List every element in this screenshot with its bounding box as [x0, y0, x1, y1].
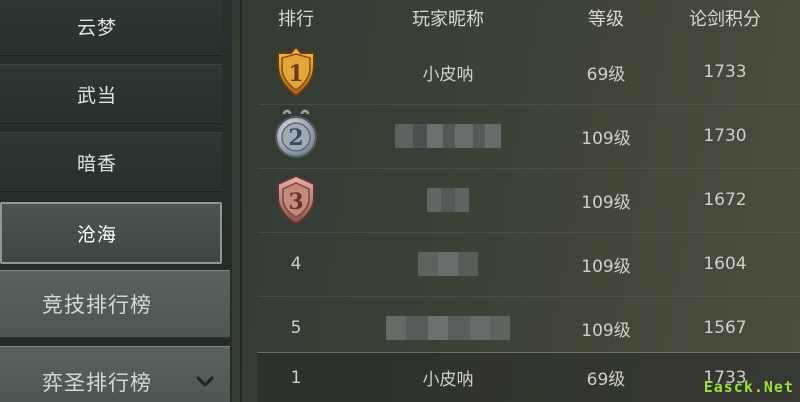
sub-tab-yunmeng[interactable]: 云梦: [0, 0, 222, 56]
player-name: 小皮呐: [422, 64, 474, 85]
sub-tab-wudang[interactable]: 武当: [0, 64, 222, 124]
blurred-name: [395, 124, 501, 148]
player-score: 1730: [703, 126, 747, 146]
header-rank: 排行: [278, 9, 314, 30]
player-level: 109级: [581, 192, 631, 213]
rank-number: 4: [290, 254, 302, 274]
table-row[interactable]: 4 109级 1604: [258, 232, 800, 296]
table-row[interactable]: 3 109级 1672: [258, 168, 800, 232]
table-header: 排行 玩家昵称 等级 论剑积分: [258, 0, 800, 36]
my-rank: 1: [290, 367, 302, 388]
blurred-name: [418, 252, 478, 276]
category-tab-label: 弈圣排行榜: [42, 371, 152, 395]
player-score: 1604: [703, 254, 747, 274]
svg-text:3: 3: [288, 189, 303, 215]
table-row[interactable]: 5 109级 1567: [258, 296, 800, 360]
sub-tab-label: 沧海: [76, 223, 117, 246]
table-row[interactable]: 1 小皮呐 69级 1733: [258, 40, 800, 104]
rank-cell: 1: [258, 44, 334, 100]
category-tab-chess-ranking[interactable]: 弈圣排行榜: [0, 346, 230, 402]
header-score: 论剑积分: [689, 9, 761, 30]
svg-text:2: 2: [288, 125, 303, 151]
player-level: 109级: [581, 128, 631, 149]
sub-tab-anxiang[interactable]: 暗香: [0, 132, 222, 192]
player-score: 1733: [703, 62, 747, 82]
sidebar: 云梦 武当 暗香 沧海 竞技排行榜 弈圣排行榜: [0, 0, 232, 402]
header-name: 玩家昵称: [412, 9, 484, 30]
watermark: Easck.Net: [703, 378, 794, 396]
table-row[interactable]: 2 109级 1730: [258, 104, 800, 168]
rank-cell: 2: [258, 108, 334, 164]
sub-tab-label: 暗香: [76, 152, 117, 175]
player-score: 1672: [703, 190, 747, 210]
my-level: 69级: [586, 370, 626, 390]
rank-number: 5: [290, 318, 302, 338]
rank-cell: 3: [258, 172, 334, 228]
player-name: [334, 252, 562, 276]
player-level: 109级: [581, 320, 631, 341]
player-name: [334, 188, 562, 212]
player-score: 1567: [703, 318, 747, 338]
svg-text:1: 1: [288, 61, 303, 87]
silver-medal-icon: 2: [275, 109, 317, 158]
panel-divider: [240, 0, 244, 402]
player-name: [334, 316, 562, 340]
player-name: [334, 124, 562, 148]
sub-tab-label: 云梦: [76, 16, 117, 39]
header-level: 等级: [588, 9, 624, 30]
sub-tab-label: 武当: [76, 84, 117, 107]
gold-medal-icon: 1: [277, 45, 315, 98]
player-level: 109级: [581, 256, 631, 277]
my-name: 小皮呐: [422, 370, 474, 390]
blurred-name: [427, 188, 469, 212]
sub-tab-canghai[interactable]: 沧海: [0, 202, 222, 264]
bronze-medal-icon: 3: [277, 174, 315, 226]
chevron-down-icon[interactable]: [196, 373, 214, 391]
category-tab-label: 竞技排行榜: [42, 293, 152, 317]
blurred-name: [386, 316, 510, 340]
category-tab-arena-ranking[interactable]: 竞技排行榜: [0, 270, 230, 338]
player-level: 69级: [586, 64, 626, 85]
